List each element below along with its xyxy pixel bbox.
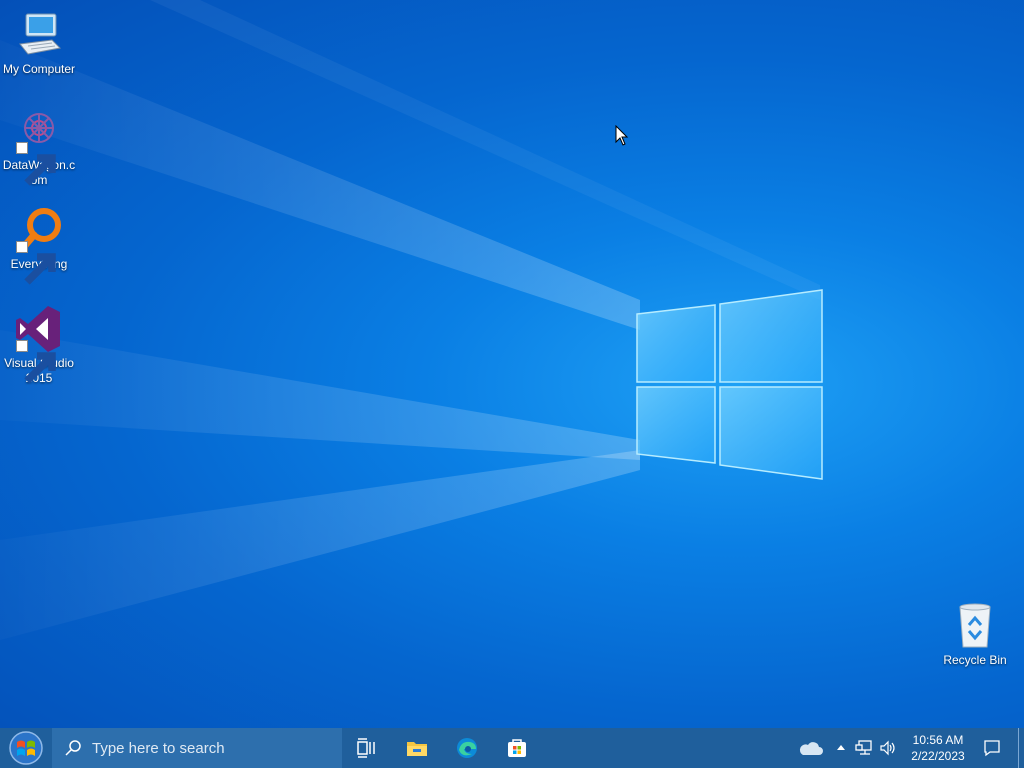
onedrive-cloud-icon xyxy=(799,742,823,755)
notification-icon xyxy=(984,740,1000,757)
desktop-icon-visual-studio[interactable]: Visual Studio 2015 xyxy=(0,304,78,386)
system-tray: 10:56 AM 2/22/2023 xyxy=(790,728,1024,768)
desktop-icon-label: Recycle Bin xyxy=(943,653,1007,667)
start-button[interactable] xyxy=(0,728,52,768)
datawagon-icon xyxy=(14,106,64,186)
desktop-icon-everything[interactable]: Everything xyxy=(0,205,78,285)
desktop-icon-datawagon[interactable]: DataWagon.c om xyxy=(0,106,78,188)
speaker-icon xyxy=(880,740,895,756)
recycle-bin-icon xyxy=(950,601,1000,651)
edge-browser-icon xyxy=(457,738,477,758)
wallpaper xyxy=(0,0,823,640)
search-placeholder: Type here to search xyxy=(92,739,225,757)
folder-icon xyxy=(407,742,427,756)
microsoft-store-button[interactable] xyxy=(492,728,542,768)
taskbar-search-box[interactable]: Type here to search xyxy=(52,728,342,768)
windows-logo xyxy=(636,289,823,480)
show-hidden-icons-button[interactable] xyxy=(830,728,852,768)
clock-time: 10:56 AM xyxy=(912,733,964,747)
computer-icon xyxy=(14,10,64,60)
visual-studio-icon xyxy=(14,304,64,384)
clock-date: 2/22/2023 xyxy=(911,749,965,763)
volume-button[interactable] xyxy=(876,728,900,768)
show-desktop-button[interactable] xyxy=(1018,728,1024,768)
chevron-up-icon xyxy=(837,745,845,750)
desktop-icon-recycle-bin[interactable]: Recycle Bin xyxy=(936,601,1014,668)
edge-button[interactable] xyxy=(442,728,492,768)
shortcut-arrow-icon xyxy=(16,142,56,186)
onedrive-button[interactable] xyxy=(790,728,830,768)
task-view-button[interactable] xyxy=(342,728,392,768)
store-icon xyxy=(508,739,526,757)
shortcut-arrow-icon xyxy=(16,340,56,384)
everything-search-icon xyxy=(14,205,64,285)
network-icon xyxy=(855,740,872,755)
desktop-icon-label: My Computer xyxy=(2,62,76,76)
taskbar: Type here to search 10:56 AM 2/22/2023 xyxy=(0,728,1024,768)
clock[interactable]: 10:56 AM 2/22/2023 xyxy=(904,732,972,764)
network-button[interactable] xyxy=(852,728,876,768)
shortcut-arrow-icon xyxy=(16,241,56,285)
desktop-icon-my-computer[interactable]: My Computer xyxy=(0,10,78,77)
windows-start-orb-icon xyxy=(9,731,43,765)
search-icon xyxy=(65,740,81,756)
file-explorer-button[interactable] xyxy=(392,728,442,768)
action-center-button[interactable] xyxy=(972,728,1012,768)
mouse-cursor-icon xyxy=(615,125,629,146)
task-view-icon xyxy=(357,738,375,758)
